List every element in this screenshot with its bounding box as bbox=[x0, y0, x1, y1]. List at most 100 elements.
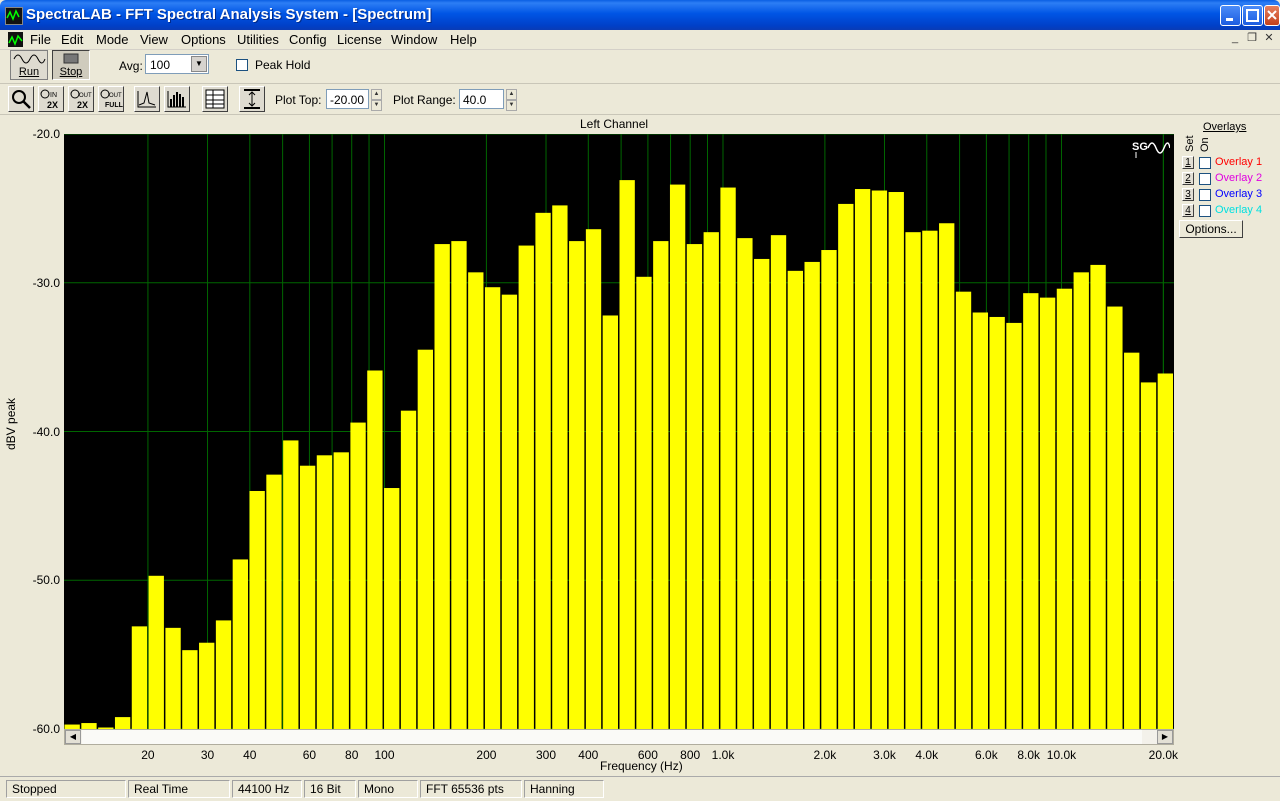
scroll-left-icon[interactable]: ◀ bbox=[65, 730, 81, 744]
line-plot-button[interactable] bbox=[134, 86, 160, 112]
signal-generator-icon[interactable]: SG bbox=[1130, 136, 1171, 160]
status-run-state: Stopped bbox=[6, 780, 126, 798]
spectrum-bar bbox=[821, 250, 837, 729]
spectrum-bar bbox=[131, 626, 148, 729]
mdi-minimize-button[interactable]: _ bbox=[1228, 32, 1242, 45]
table-view-button[interactable] bbox=[202, 86, 228, 112]
svg-text:2X: 2X bbox=[47, 100, 58, 110]
spectrum-bar bbox=[838, 203, 854, 730]
overlay-3-set-button[interactable]: 3 bbox=[1182, 188, 1194, 201]
status-sample-rate: 44100 Hz bbox=[232, 780, 302, 798]
document-icon[interactable] bbox=[8, 32, 23, 47]
zoom-button[interactable] bbox=[8, 86, 34, 112]
run-button[interactable]: Run bbox=[10, 50, 48, 80]
x-tick-label: 40 bbox=[243, 748, 257, 762]
spectrum-bar bbox=[468, 272, 484, 729]
menu-config[interactable]: Config bbox=[289, 32, 327, 47]
overlay-options-button[interactable]: Options... bbox=[1179, 220, 1243, 238]
app-icon[interactable] bbox=[5, 7, 23, 25]
stop-icon bbox=[63, 53, 79, 64]
overlay-4-checkbox[interactable] bbox=[1199, 205, 1211, 217]
spectrum-bar bbox=[535, 212, 551, 729]
autoscale-button[interactable] bbox=[239, 86, 265, 112]
horizontal-scrollbar[interactable]: ◀ ▶ bbox=[64, 729, 1174, 745]
spectrum-bar bbox=[199, 642, 215, 729]
set-column-label: Set bbox=[1184, 135, 1196, 152]
menu-license[interactable]: License bbox=[337, 32, 382, 47]
overlay-2-checkbox[interactable] bbox=[1199, 173, 1211, 185]
overlay-3-checkbox[interactable] bbox=[1199, 189, 1211, 201]
close-button[interactable] bbox=[1264, 5, 1280, 26]
mdi-close-button[interactable]: ✕ bbox=[1262, 32, 1276, 45]
overlay-1-checkbox[interactable] bbox=[1199, 157, 1211, 169]
scroll-right-icon[interactable]: ▶ bbox=[1157, 730, 1173, 744]
plot-top-input[interactable]: -20.00 bbox=[326, 89, 369, 109]
spectrum-bar bbox=[232, 559, 248, 729]
menu-window[interactable]: Window bbox=[391, 32, 437, 47]
bar-plot-button[interactable] bbox=[164, 86, 190, 112]
avg-label: Avg: bbox=[119, 59, 143, 73]
overlay-1-label: Overlay 1 bbox=[1215, 156, 1263, 168]
menu-view[interactable]: View bbox=[140, 32, 168, 47]
maximize-button[interactable] bbox=[1242, 5, 1263, 26]
menu-utilities[interactable]: Utilities bbox=[237, 32, 279, 47]
svg-text:OUT: OUT bbox=[79, 93, 92, 99]
minimize-button[interactable] bbox=[1220, 5, 1241, 26]
zoom-in-icon: IN2X bbox=[40, 89, 58, 110]
zoom-full-button[interactable]: OUT FULL bbox=[98, 86, 124, 112]
spectrum-bar bbox=[266, 474, 282, 729]
plot-range-spinner[interactable]: ▲ ▼ bbox=[506, 89, 517, 111]
chevron-down-icon[interactable]: ▼ bbox=[191, 56, 207, 72]
spectrum-bar bbox=[384, 488, 400, 729]
spectrum-bar bbox=[686, 244, 703, 729]
spectrum-bar bbox=[114, 717, 131, 729]
spectrum-bar bbox=[1073, 272, 1089, 729]
spectrum-bar bbox=[484, 287, 501, 729]
y-tick-label: -20.0 bbox=[32, 127, 60, 141]
spectrum-bar bbox=[989, 316, 1005, 729]
spectrum-chart[interactable] bbox=[64, 133, 1174, 730]
spectrum-bar bbox=[888, 192, 904, 729]
plot-top-spinner[interactable]: ▲ ▼ bbox=[371, 89, 382, 111]
x-tick-label: 200 bbox=[476, 748, 497, 762]
x-tick-label: 20 bbox=[141, 748, 155, 762]
stop-button[interactable]: Stop bbox=[52, 50, 90, 80]
overlay-1-set-button[interactable]: 1 bbox=[1182, 156, 1194, 169]
spectrum-bar bbox=[653, 241, 669, 729]
spectrum-bar bbox=[367, 370, 383, 729]
spectrum-bar bbox=[720, 187, 736, 730]
peak-hold-label: Peak Hold bbox=[255, 58, 311, 72]
spectrum-bar bbox=[518, 245, 534, 729]
avg-select[interactable]: 100 ▼ bbox=[145, 54, 209, 74]
spectrum-bar bbox=[854, 189, 871, 730]
zoom-out-2x-button[interactable]: OUT 2X bbox=[68, 86, 94, 112]
spectrum-bar bbox=[737, 238, 753, 729]
spectrum-bar bbox=[501, 294, 518, 729]
peak-hold-checkbox[interactable] bbox=[236, 59, 248, 71]
overlay-4-set-button[interactable]: 4 bbox=[1182, 204, 1194, 217]
menu-mode[interactable]: Mode bbox=[96, 32, 129, 47]
overlay-3-label: Overlay 3 bbox=[1215, 188, 1263, 200]
y-tick-label: -50.0 bbox=[32, 573, 60, 588]
spectrum-bar bbox=[1039, 297, 1056, 729]
scroll-thumb[interactable] bbox=[82, 730, 1142, 744]
zoom-in-2x-button[interactable]: IN 2X bbox=[38, 86, 64, 112]
plot-toolbar: IN 2X OUT 2X OUT FULL Plot Top: -20.00 ▲ ▼ P… bbox=[0, 84, 1280, 115]
x-tick-label: 10.0k bbox=[1046, 748, 1077, 762]
menu-file[interactable]: File bbox=[30, 32, 51, 47]
menu-help[interactable]: Help bbox=[450, 32, 477, 47]
plot-range-input[interactable]: 40.0 bbox=[459, 89, 504, 109]
spectrum-bar bbox=[754, 258, 770, 729]
spectrum-bar bbox=[350, 422, 366, 729]
menu-options[interactable]: Options bbox=[181, 32, 226, 47]
spectrum-bar bbox=[569, 241, 585, 729]
x-tick-label: 100 bbox=[374, 748, 395, 762]
line-plot-icon bbox=[137, 91, 156, 108]
spectrum-bar bbox=[905, 232, 921, 730]
avg-value: 100 bbox=[150, 58, 171, 72]
menu-edit[interactable]: Edit bbox=[61, 32, 83, 47]
overlay-2-set-button[interactable]: 2 bbox=[1182, 172, 1194, 185]
mdi-restore-button[interactable]: ❐ bbox=[1245, 32, 1259, 45]
main-toolbar: Run Stop Avg: 100 ▼ Peak Hold bbox=[0, 49, 1280, 84]
spectrum-bar bbox=[283, 440, 299, 729]
